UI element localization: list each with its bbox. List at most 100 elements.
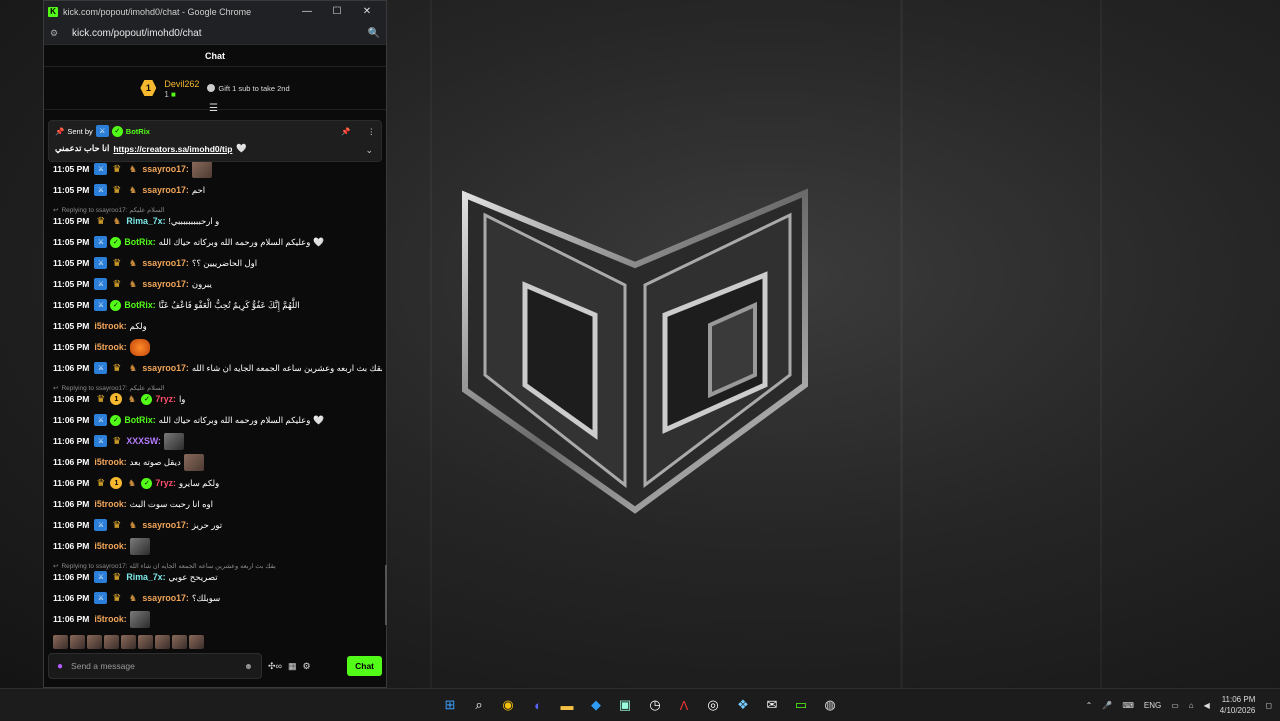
- discord-icon[interactable]: ◐: [528, 695, 548, 715]
- message-username[interactable]: ssayroo17:: [142, 164, 188, 174]
- message-username[interactable]: i5trook:: [94, 342, 126, 352]
- pinned-link[interactable]: https://creators.sa/imohd0/tip: [113, 144, 232, 154]
- chat-message[interactable]: 11:06 PM i5trook: اوه انا رحبت سوت البث: [53, 497, 213, 511]
- unpin-icon[interactable]: 📌: [341, 127, 350, 136]
- app-red-icon[interactable]: Λ: [674, 695, 694, 715]
- site-settings-icon[interactable]: ⚙: [50, 28, 62, 39]
- emote-icon[interactable]: [155, 635, 170, 649]
- chat-messages[interactable]: 11:05 PM ⚔ ♛ ♞ ssayroo17: 11:05 PM ⚔ ♛ ♞ ssayroo1…: [48, 162, 382, 652]
- message-username[interactable]: i5trook:: [94, 541, 126, 551]
- chat-message[interactable]: 11:06 PM ⚔ ♛ ♞ ssayroo17: سوبلك؟: [53, 591, 220, 605]
- store-icon[interactable]: ▦: [288, 661, 297, 672]
- folder-icon[interactable]: ▬: [557, 695, 577, 715]
- message-input[interactable]: ● Send a message ☻: [48, 653, 262, 679]
- emote-icon[interactable]: [172, 635, 187, 649]
- message-text: يبرون: [191, 278, 212, 289]
- zoom-icon[interactable]: 🔍: [368, 28, 380, 39]
- message-username[interactable]: 7ryz:: [155, 394, 176, 404]
- message-username[interactable]: i5trook:: [94, 457, 126, 467]
- pinned-message[interactable]: 📌 Sent by ⚔ ✓ BotRix 📌 ⋮ انا حاب تدعمني …: [48, 120, 382, 162]
- chat-message[interactable]: 11:06 PM ♛ 1 ♞ ✓ 7ryz: وا: [53, 392, 185, 406]
- emote-icon[interactable]: [53, 635, 68, 649]
- chevron-down-icon[interactable]: ⌄: [365, 145, 373, 156]
- obs-app-icon[interactable]: ◍: [820, 695, 840, 715]
- more-options-icon[interactable]: ⋮: [368, 127, 376, 136]
- emote-icon[interactable]: [104, 635, 119, 649]
- message-username[interactable]: XXXSW:: [126, 436, 161, 446]
- message-username[interactable]: ssayroo17:: [142, 185, 188, 195]
- message-username[interactable]: ssayroo17:: [142, 593, 188, 603]
- kicks-icon[interactable]: ✣∞: [268, 661, 282, 672]
- chat-message[interactable]: 11:06 PM i5trook: ديقل صوته بعد: [53, 453, 204, 471]
- message-username[interactable]: i5trook:: [94, 321, 126, 331]
- display-icon[interactable]: ▭: [1171, 701, 1179, 710]
- emote-icon[interactable]: [121, 635, 136, 649]
- gift-leaderboard[interactable]: 1 Devil262 1 ■ Gift 1 sub to take 2nd ☰: [44, 67, 386, 114]
- search-icon[interactable]: ⌕: [469, 695, 489, 715]
- gift-prompt[interactable]: Gift 1 sub to take 2nd: [207, 84, 290, 93]
- message-username[interactable]: ssayroo17:: [142, 363, 188, 373]
- language-indicator[interactable]: ENG: [1144, 701, 1161, 710]
- message-username[interactable]: BotRix:: [124, 300, 155, 310]
- notifications-icon[interactable]: ◻: [1265, 701, 1272, 710]
- start-icon[interactable]: ⊞: [440, 695, 460, 715]
- chat-message[interactable]: 11:05 PM ⚔ ✓ BotRix: اللَّهُمَّ إِنَّكَ عَفُ…: [53, 298, 300, 312]
- message-username[interactable]: BotRix:: [124, 415, 155, 425]
- app-green-icon[interactable]: ✉: [762, 695, 782, 715]
- send-chat-button[interactable]: Chat: [347, 656, 382, 676]
- mic-icon[interactable]: ●: [57, 661, 63, 672]
- message-username[interactable]: 7ryz:: [155, 478, 176, 488]
- message-username[interactable]: i5trook:: [94, 614, 126, 624]
- close-button[interactable]: ✕: [352, 6, 382, 17]
- settings-icon[interactable]: ⚙: [302, 661, 310, 672]
- chevron-up-icon[interactable]: ⌃: [1086, 701, 1093, 710]
- chat-message[interactable]: 11:06 PM i5trook:: [53, 537, 150, 555]
- url-text[interactable]: kick.com/popout/imohd0/chat: [72, 28, 368, 39]
- clock[interactable]: 11:06 PM 4/10/2026: [1220, 694, 1256, 716]
- emote-icon[interactable]: [70, 635, 85, 649]
- chat-message[interactable]: 11:06 PM ⚔ ♛ Rima_7x: تصريحح عوبي: [53, 570, 218, 584]
- chat-message[interactable]: 11:06 PM i5trook:: [53, 610, 150, 628]
- keyboard-icon[interactable]: ⌨: [1122, 701, 1134, 710]
- chat-scrollbar[interactable]: [385, 565, 387, 625]
- message-username[interactable]: ssayroo17:: [142, 520, 188, 530]
- chat-message[interactable]: 11:05 PM ⚔ ✓ BotRix: وعليكم السلام ورحمه الل…: [53, 235, 324, 249]
- emoji-icon[interactable]: ☻: [244, 661, 253, 671]
- message-username[interactable]: BotRix:: [124, 237, 155, 247]
- emote-strip[interactable]: [53, 634, 204, 650]
- emote-icon[interactable]: [138, 635, 153, 649]
- message-username[interactable]: ssayroo17:: [142, 258, 188, 268]
- app-icon[interactable]: ▣: [615, 695, 635, 715]
- minimize-button[interactable]: —: [292, 6, 322, 17]
- chat-message[interactable]: 11:06 PM ⚔ ♛ XXXSW:: [53, 432, 184, 450]
- chat-message[interactable]: 11:05 PM ⚔ ♛ ♞ ssayroo17:: [53, 162, 212, 178]
- message-username[interactable]: Rima_7x:: [126, 572, 165, 582]
- message-username[interactable]: i5trook:: [94, 499, 126, 509]
- mic-tray-icon[interactable]: 🎤: [1102, 701, 1112, 710]
- message-username[interactable]: Rima_7x:: [126, 216, 165, 226]
- chat-message[interactable]: 11:06 PM ⚔ ✓ BotRix: وعليكم السلام ورحمه الل…: [53, 413, 324, 427]
- chat-message[interactable]: 11:06 PM ♛ 1 ♞ ✓ 7ryz: ولكم سايرو: [53, 476, 219, 490]
- vscode-icon[interactable]: ◆: [586, 695, 606, 715]
- chat-message[interactable]: 11:06 PM ⚔ ♛ ♞ ssayroo17: تور حريز: [53, 518, 222, 532]
- message-username[interactable]: ssayroo17:: [142, 279, 188, 289]
- address-bar[interactable]: ⚙ kick.com/popout/imohd0/chat 🔍: [44, 22, 386, 45]
- chat-message[interactable]: 11:05 PM i5trook: ولكم: [53, 319, 147, 333]
- chat-message[interactable]: 11:06 PM ⚔ ♛ ♞ ssayroo17: بقك بث اربعه وعشرين…: [53, 361, 382, 375]
- chat-message[interactable]: 11:05 PM ⚔ ♛ ♞ ssayroo17: احم: [53, 183, 205, 197]
- clock-app-icon[interactable]: ◷: [645, 695, 665, 715]
- chat-message[interactable]: 11:05 PM ⚔ ♛ ♞ ssayroo17: يبرون: [53, 277, 212, 291]
- network-icon[interactable]: ⌂: [1189, 701, 1194, 710]
- volume-icon[interactable]: ◀: [1204, 701, 1210, 710]
- emote-icon[interactable]: [87, 635, 102, 649]
- chrome-icon[interactable]: ◉: [498, 695, 518, 715]
- maximize-button[interactable]: ☐: [322, 6, 352, 17]
- kick-app-icon[interactable]: ▭: [791, 695, 811, 715]
- emote-icon[interactable]: [189, 635, 204, 649]
- chat-message[interactable]: 11:05 PM ⚔ ♛ ♞ ssayroo17: اول الحاضرييين ؟؟: [53, 256, 257, 270]
- filter-icon[interactable]: ☰: [209, 103, 218, 114]
- obs-icon[interactable]: ◎: [703, 695, 723, 715]
- chat-message[interactable]: 11:05 PM i5trook:: [53, 338, 150, 356]
- app-blue-icon[interactable]: ❖: [733, 695, 753, 715]
- chat-message[interactable]: 11:05 PM ♛ ♞ Rima_7x: و ارحبببببببببي!: [53, 214, 219, 228]
